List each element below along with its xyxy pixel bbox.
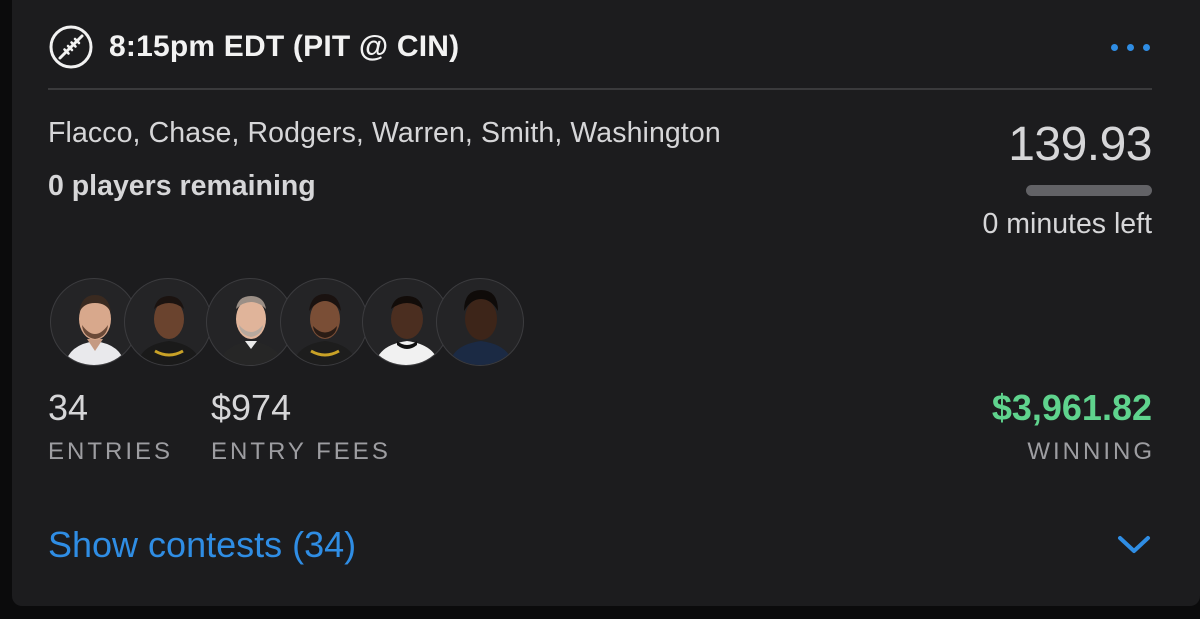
player-headshot-2	[124, 278, 212, 366]
ellipsis-icon	[1111, 43, 1118, 51]
show-contests-label: Show contests (34)	[48, 524, 357, 565]
player-headshot-4	[280, 278, 368, 366]
game-time-title: 8:15pm EDT (PIT @ CIN)	[109, 30, 460, 63]
entries-stat: 34 ENTRIES	[48, 388, 173, 466]
show-contests-button[interactable]: Show contests (34)	[48, 520, 1152, 570]
players-remaining: 0 players remaining	[48, 170, 316, 202]
fantasy-points-score: 139.93	[1008, 118, 1152, 171]
more-options-button[interactable]	[1109, 36, 1152, 59]
time-progress-bar	[1026, 185, 1152, 196]
player-headshot-6	[436, 278, 524, 366]
card-header: 8:15pm EDT (PIT @ CIN)	[48, 20, 1152, 74]
football-icon	[48, 24, 94, 70]
minutes-left: 0 minutes left	[982, 208, 1153, 240]
lineup-player-names: Flacco, Chase, Rodgers, Warren, Smith, W…	[48, 117, 721, 149]
winning-stat: $3,961.82 WINNING	[992, 388, 1152, 466]
winning-label: WINNING	[1027, 438, 1155, 465]
chevron-down-icon[interactable]	[1116, 530, 1152, 560]
entries-count: 34	[48, 387, 89, 428]
entries-label: ENTRIES	[48, 438, 174, 465]
winning-amount: $3,961.82	[991, 387, 1152, 428]
entry-fees-amount: $974	[211, 387, 292, 428]
entry-fees-stat: $974 ENTRY FEES	[211, 388, 391, 466]
player-avatars	[50, 278, 550, 368]
entry-fees-label: ENTRY FEES	[211, 438, 391, 465]
header-divider	[48, 88, 1152, 90]
slate-card: 8:15pm EDT (PIT @ CIN) Flacco, Chase, Ro…	[12, 0, 1200, 606]
